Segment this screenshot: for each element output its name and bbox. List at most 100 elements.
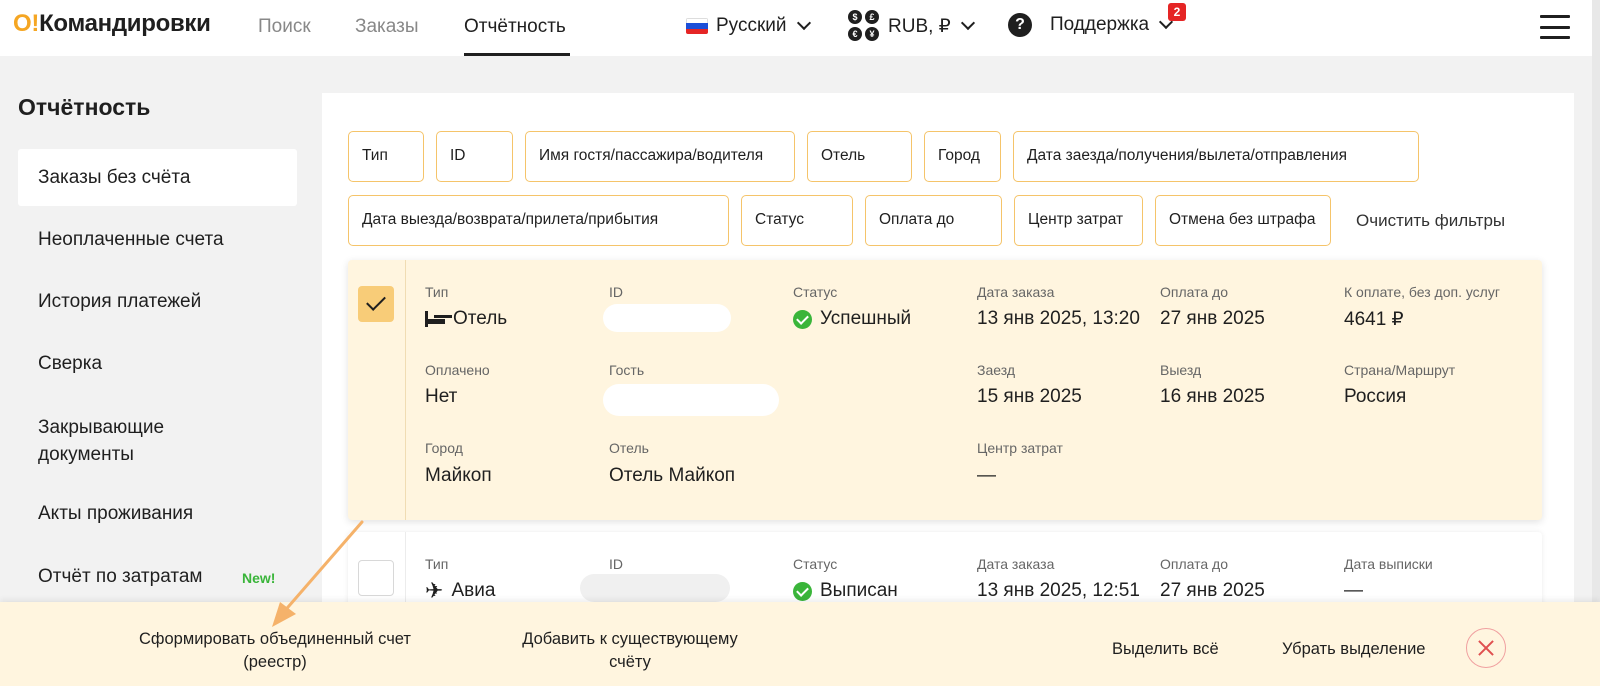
close-icon[interactable] — [1466, 628, 1506, 668]
create-invoice-line1: Сформировать объединенный счет — [139, 630, 411, 648]
add-invoice-line1: Добавить к существующему — [522, 630, 738, 648]
pay-until-label: Оплата до — [1160, 284, 1229, 300]
order-date-label: Дата заказа — [977, 284, 1055, 300]
nav-orders[interactable]: Заказы — [355, 16, 419, 38]
filter-pay-until[interactable]: Оплата до — [865, 195, 1002, 246]
checkout: 16 янв 2025 — [1160, 386, 1265, 407]
city: Майкоп — [425, 465, 492, 486]
country: Россия — [1344, 386, 1407, 407]
sidebar-item-payment-history[interactable]: История платежей — [18, 291, 297, 313]
pay-until-label: Оплата до — [1160, 556, 1229, 572]
order-type: ✈ Авиа — [425, 580, 495, 602]
filter-type[interactable]: Тип — [348, 131, 424, 182]
scrollbar[interactable] — [1592, 0, 1600, 602]
order-checkbox[interactable] — [358, 560, 394, 596]
guest-redacted — [603, 384, 779, 416]
filter-hotel[interactable]: Отель — [807, 131, 912, 182]
filter-id[interactable]: ID — [436, 131, 513, 182]
add-invoice-line2: счёту — [609, 653, 651, 671]
order-card-selected[interactable]: Тип Отель ID Статус Успешный Дата заказа… — [348, 260, 1542, 520]
paid-label: Оплачено — [425, 362, 490, 378]
logo-mark: O! — [13, 10, 40, 37]
nav-active-indicator — [464, 53, 570, 56]
currency-selector[interactable]: $ £ € ¥ RUB, ₽ — [848, 10, 975, 42]
filter-checkout-date[interactable]: Дата выезда/возврата/прилета/прибытия — [348, 195, 729, 246]
hotel-label: Отель — [609, 440, 649, 456]
help-icon: ? — [1008, 13, 1038, 39]
pay-until: 27 янв 2025 — [1160, 308, 1265, 329]
status-label: Статус — [793, 284, 838, 300]
filter-guest-name[interactable]: Имя гостя/пассажира/водителя — [525, 131, 795, 182]
add-to-existing-invoice-button[interactable]: Добавить к существующему счёту — [500, 628, 760, 674]
sidebar-item-closing-documents[interactable]: Закрывающие документы — [18, 414, 218, 468]
create-invoice-line2: (реестр) — [243, 653, 307, 671]
filter-free-cancellation[interactable]: Отмена без штрафа — [1155, 195, 1331, 246]
hamburger-menu-icon[interactable] — [1540, 15, 1570, 39]
id-label: ID — [609, 556, 623, 572]
checkout-label: Выезд — [1160, 362, 1202, 378]
support-menu[interactable]: ? Поддержка — [1008, 13, 1174, 39]
order-date: 13 янв 2025, 12:51 — [977, 580, 1140, 601]
currency-label: RUB, ₽ — [888, 15, 951, 37]
cost-center: — — [977, 465, 996, 486]
filter-cost-center[interactable]: Центр затрат — [1014, 195, 1143, 246]
hotel: Отель Майкоп — [609, 465, 736, 486]
logo-text: Командировки — [39, 10, 211, 37]
checkin: 15 янв 2025 — [977, 386, 1082, 407]
check-circle-icon — [793, 581, 812, 601]
nav-search[interactable]: Поиск — [258, 16, 311, 38]
sidebar-title: Отчётность — [18, 94, 151, 120]
clear-filters-button[interactable]: Очистить фильтры — [1356, 211, 1505, 231]
guest-label: Гость — [609, 362, 645, 378]
notification-badge: 2 — [1168, 3, 1186, 21]
plane-icon: ✈ — [425, 578, 444, 603]
order-checkbox-checked[interactable] — [358, 286, 394, 322]
filter-checkin-date[interactable]: Дата заезда/получения/вылета/отправления — [1013, 131, 1419, 182]
type-label: Тип — [425, 556, 449, 572]
russia-flag-icon — [686, 18, 708, 34]
order-type: Отель — [425, 308, 507, 330]
logo[interactable]: O! Командировки — [13, 10, 211, 38]
language-label: Русский — [716, 15, 787, 36]
nav-reports[interactable]: Отчётность — [464, 16, 566, 38]
language-selector[interactable]: Русский — [686, 15, 811, 37]
id-redacted — [603, 304, 731, 332]
id-redacted — [580, 574, 730, 602]
checkin-label: Заезд — [977, 362, 1016, 378]
sidebar-item-unpaid-invoices[interactable]: Неоплаченные счета — [18, 229, 297, 251]
sidebar-item-orders-without-invoice[interactable]: Заказы без счёта — [18, 149, 297, 206]
paid: Нет — [425, 386, 458, 407]
order-type-value: Авиа — [451, 580, 496, 601]
issue-date-label: Дата выписки — [1344, 556, 1433, 572]
order-type-value: Отель — [453, 308, 508, 329]
order-date: 13 янв 2025, 13:20 — [977, 308, 1140, 329]
issue-date: — — [1344, 580, 1363, 601]
create-combined-invoice-button[interactable]: Сформировать объединенный счет (реестр) — [115, 628, 435, 674]
deselect-button[interactable]: Убрать выделение — [1282, 638, 1426, 661]
sidebar-item-accommodation-acts[interactable]: Акты проживания — [18, 503, 297, 525]
bed-icon — [425, 311, 445, 327]
sidebar-item-reconciliation[interactable]: Сверка — [18, 353, 297, 375]
country-label: Страна/Маршрут — [1344, 362, 1456, 378]
order-status-value: Выписан — [820, 580, 898, 601]
top-header: O! Командировки Поиск Заказы Отчётность Р… — [0, 0, 1600, 56]
city-label: Город — [425, 440, 463, 456]
order-status-value: Успешный — [820, 308, 912, 329]
support-label: Поддержка — [1050, 14, 1150, 35]
cost-center-label: Центр затрат — [977, 440, 1063, 456]
status-label: Статус — [793, 556, 838, 572]
chevron-down-icon — [796, 15, 811, 31]
type-label: Тип — [425, 284, 449, 300]
amount: 4641 ₽ — [1344, 309, 1404, 330]
id-label: ID — [609, 284, 623, 300]
select-all-button[interactable]: Выделить всё — [1112, 638, 1219, 661]
check-circle-icon — [793, 309, 812, 329]
pay-until: 27 янв 2025 — [1160, 580, 1265, 601]
new-badge: New! — [242, 570, 276, 586]
currency-icon: $ £ € ¥ — [848, 10, 880, 42]
filter-status[interactable]: Статус — [741, 195, 853, 246]
chevron-down-icon — [960, 15, 975, 31]
amount-label: К оплате, без доп. услуг — [1344, 284, 1500, 300]
order-status: Успешный — [793, 308, 911, 330]
filter-city[interactable]: Город — [924, 131, 1001, 182]
